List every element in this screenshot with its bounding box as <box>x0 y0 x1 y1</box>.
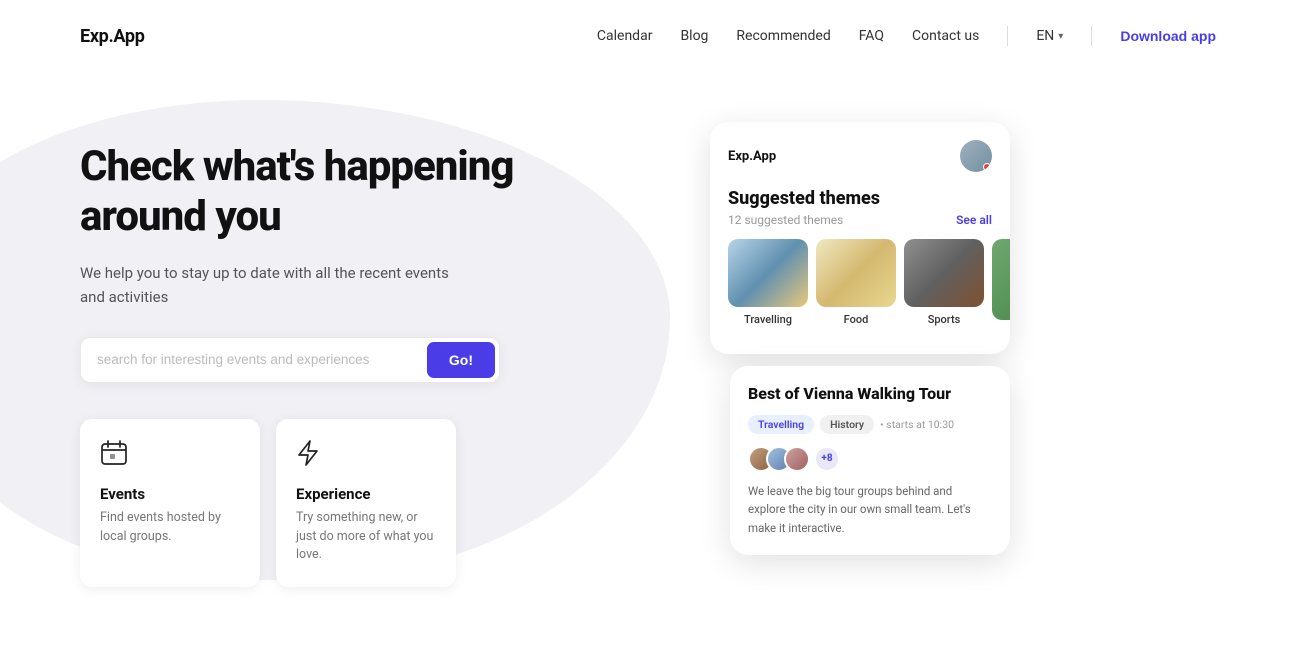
nav-calendar[interactable]: Calendar <box>597 28 653 44</box>
feature-events-title: Events <box>100 485 240 503</box>
feature-card-experience: Experience Try something new, or just do… <box>276 419 456 587</box>
feature-cards: Events Find events hosted by local group… <box>80 419 580 587</box>
feature-experience-desc: Try something new, or just do more of wh… <box>296 509 436 565</box>
theme-extra <box>992 239 1010 326</box>
see-all-link[interactable]: See all <box>956 213 992 227</box>
theme-img-food <box>816 239 896 307</box>
search-input[interactable] <box>97 352 427 367</box>
tour-title: Best of Vienna Walking Tour <box>748 384 992 405</box>
right-content: Exp.App Suggested themes 12 suggested th… <box>700 122 1020 555</box>
theme-img-travelling <box>728 239 808 307</box>
theme-travelling: Travelling <box>728 239 808 326</box>
theme-sports: Sports <box>904 239 984 326</box>
nav-faq[interactable]: FAQ <box>859 28 884 44</box>
feature-experience-title: Experience <box>296 485 436 503</box>
theme-label-sports: Sports <box>928 313 961 326</box>
suggested-themes-sub: 12 suggested themes See all <box>728 213 992 227</box>
nav-contact[interactable]: Contact us <box>912 28 979 44</box>
header: Exp.App Calendar Blog Recommended FAQ Co… <box>0 0 1296 72</box>
themes-count: 12 suggested themes <box>728 213 843 227</box>
suggested-themes-title: Suggested themes <box>728 188 992 209</box>
theme-images: Travelling Food Sports <box>728 239 992 326</box>
tour-avatars: +8 <box>748 446 992 472</box>
nav-divider-1 <box>1007 26 1008 46</box>
tour-time: • starts at 10:30 <box>880 418 954 431</box>
tag-travelling: Travelling <box>748 415 814 434</box>
tour-avatar-plus: +8 <box>814 446 840 472</box>
theme-img-sports <box>904 239 984 307</box>
app-card-suggested-themes: Exp.App Suggested themes 12 suggested th… <box>710 122 1010 354</box>
tour-avatar-3 <box>784 446 810 472</box>
app-card-tour: Best of Vienna Walking Tour Travelling H… <box>730 366 1010 555</box>
feature-events-desc: Find events hosted by local groups. <box>100 509 240 547</box>
nav-lang[interactable]: EN ▾ <box>1036 28 1063 44</box>
feature-card-events: Events Find events hosted by local group… <box>80 419 260 587</box>
theme-food: Food <box>816 239 896 326</box>
tour-desc: We leave the big tour groups behind and … <box>748 482 992 537</box>
calendar-icon <box>100 439 240 473</box>
theme-img-extra <box>992 239 1010 320</box>
nav: Calendar Blog Recommended FAQ Contact us… <box>597 26 1216 46</box>
nav-blog[interactable]: Blog <box>680 28 708 44</box>
lightning-icon <box>296 439 320 473</box>
left-content: Check what's happening around you We hel… <box>80 132 640 587</box>
nav-divider-2 <box>1091 26 1092 46</box>
hero-subtitle: We help you to stay up to date with all … <box>80 261 460 309</box>
search-bar: Go! <box>80 337 500 383</box>
avatar <box>960 140 992 172</box>
logo: Exp.App <box>80 26 145 47</box>
nav-recommended[interactable]: Recommended <box>736 28 830 44</box>
theme-label-food: Food <box>844 313 869 326</box>
avatar-notification-dot <box>983 163 991 171</box>
app-card-header: Exp.App <box>728 140 992 172</box>
app-card-logo: Exp.App <box>728 149 776 164</box>
page-wrapper: Exp.App Calendar Blog Recommended FAQ Co… <box>0 0 1296 648</box>
chevron-down-icon: ▾ <box>1058 31 1063 42</box>
tag-history: History <box>820 415 874 434</box>
tour-tags: Travelling History • starts at 10:30 <box>748 415 992 434</box>
main-content: Check what's happening around you We hel… <box>0 72 1296 648</box>
hero-title: Check what's happening around you <box>80 142 640 243</box>
go-button[interactable]: Go! <box>427 342 495 378</box>
theme-label-travelling: Travelling <box>744 313 792 326</box>
download-app-button[interactable]: Download app <box>1120 28 1216 44</box>
